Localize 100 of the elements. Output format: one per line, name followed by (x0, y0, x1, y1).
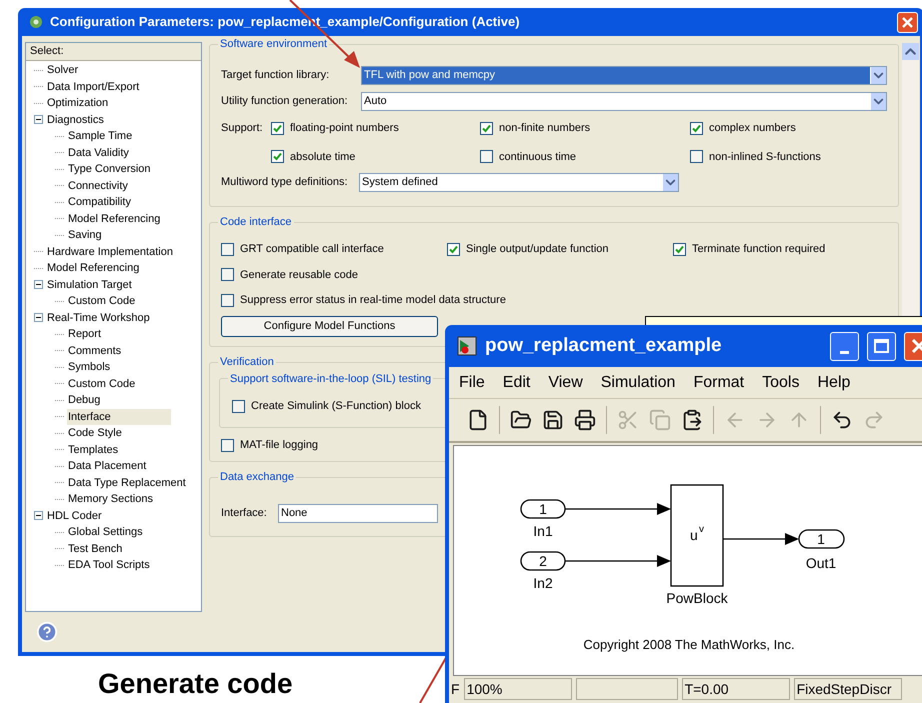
tree-item[interactable]: Comments (67, 342, 122, 359)
tree-item[interactable]: Simulation Target (46, 276, 133, 293)
tree-item[interactable]: EDA Tool Scripts (67, 557, 151, 574)
menu-item[interactable]: Format (693, 370, 744, 394)
tree-item[interactable]: Custom Code (67, 376, 136, 392)
checkbox[interactable] (690, 150, 703, 164)
checkbox[interactable] (221, 294, 234, 307)
dropdown[interactable]: Auto (361, 92, 887, 111)
tree-item[interactable]: Compatibility (67, 194, 132, 210)
dropdown[interactable]: System defined (359, 173, 679, 192)
block-label: In1 (533, 523, 553, 539)
status-cell: T=0.00 (682, 678, 790, 700)
collapse-icon[interactable] (34, 280, 43, 290)
tree-item[interactable]: Solver (46, 62, 80, 78)
checkbox-label: Create Simulink (S-Function) block (251, 399, 421, 414)
field-label: Multiword type definitions: (221, 175, 349, 190)
block-label: Out1 (806, 555, 836, 571)
tree-item[interactable]: Optimization (46, 95, 110, 112)
checkbox[interactable] (232, 400, 245, 413)
printer-icon[interactable] (574, 409, 596, 431)
checkbox-label: Single output/update function (466, 242, 609, 257)
checkbox-label: Suppress error status in real-time model data structure (240, 293, 506, 308)
tree-item[interactable]: Connectivity (67, 178, 129, 194)
tree-item[interactable]: Data Validity (67, 144, 130, 161)
annotation-line (419, 656, 448, 703)
group-title: Data exchange (218, 470, 296, 484)
tree-item[interactable]: Symbols (67, 359, 112, 376)
checkbox-label: absolute time (290, 150, 356, 164)
collapse-icon[interactable] (34, 313, 43, 322)
checkbox[interactable] (480, 150, 493, 164)
tree-item[interactable]: Model Referencing (67, 210, 162, 227)
checkbox[interactable] (480, 122, 493, 135)
tree-item[interactable]: Data Placement (67, 458, 148, 474)
collapse-icon[interactable] (34, 115, 43, 124)
tree-item[interactable]: Code Style (67, 425, 123, 442)
checkbox[interactable] (271, 122, 284, 135)
annotation-caption: Generate code (98, 668, 293, 700)
new-file-icon[interactable] (467, 409, 489, 431)
checkbox-label: complex numbers (709, 121, 796, 136)
help-icon[interactable] (36, 621, 58, 643)
block-label: In2 (533, 575, 553, 591)
checkbox[interactable] (221, 242, 234, 256)
checkbox-label: Generate reusable code (240, 268, 358, 282)
dropdown[interactable]: TFL with pow and memcpy (361, 66, 887, 85)
tree-item[interactable]: Report (67, 326, 102, 342)
save-icon[interactable] (542, 409, 564, 431)
tree-item[interactable]: Diagnostics (46, 112, 105, 128)
checkbox[interactable] (690, 122, 703, 135)
checkbox[interactable] (673, 242, 686, 256)
tree-item[interactable]: Sample Time (67, 128, 134, 144)
field-label: Utility function generation: (221, 94, 349, 110)
tree-item[interactable]: HDL Coder (46, 508, 103, 524)
collapse-icon[interactable] (34, 511, 43, 520)
checkbox[interactable] (271, 150, 284, 164)
tree-item[interactable]: Global Settings (67, 524, 144, 540)
checkbox[interactable] (221, 268, 234, 282)
paste-icon[interactable] (681, 409, 703, 431)
tree-item[interactable]: Hardware Implementation (46, 244, 174, 260)
field-label: Interface: (221, 506, 268, 522)
tree-item[interactable]: Custom Code (67, 293, 136, 310)
copyright-text: Copyright 2008 The MathWorks, Inc. (583, 637, 795, 652)
menu-item[interactable]: Help (817, 370, 850, 394)
menu-item[interactable]: View (548, 370, 583, 394)
scroll-up-icon[interactable] (902, 43, 919, 60)
tree-item[interactable]: Saving (67, 227, 103, 244)
tree-item[interactable]: Data Import/Export (46, 78, 140, 95)
checkbox-label: Terminate function required (692, 242, 826, 257)
minimize-button[interactable] (830, 332, 859, 360)
checkbox-label: continuous time (499, 150, 576, 164)
checkbox-label: GRT compatible call interface (240, 242, 384, 257)
group-title: Support software-in-the-loop (SIL) testing (228, 371, 434, 388)
close-button[interactable] (897, 12, 918, 32)
configure-button[interactable]: Configure Model Functions (221, 316, 438, 336)
tree-item[interactable]: Interface (67, 408, 171, 425)
close-icon (912, 339, 922, 353)
tree-item[interactable]: Real-Time Workshop (46, 310, 151, 326)
maximize-button[interactable] (867, 332, 896, 360)
tree-item[interactable]: Templates (67, 442, 120, 458)
tree-item[interactable]: Debug (67, 392, 102, 408)
tree-item[interactable]: Test Bench (67, 540, 124, 557)
field-label: Target function library: (221, 68, 330, 84)
menu-item[interactable]: Simulation (600, 370, 676, 394)
tree-item[interactable]: Type Conversion (67, 161, 152, 178)
block-label: PowBlock (666, 590, 728, 606)
menu-item[interactable]: Edit (502, 370, 530, 394)
undo-icon[interactable] (831, 409, 853, 431)
checkbox[interactable] (447, 242, 460, 256)
checkbox-label: non-finite numbers (499, 121, 590, 136)
checkbox-label: non-inlined S-functions (709, 150, 821, 164)
open-folder-icon[interactable] (510, 409, 532, 431)
checkbox[interactable] (221, 438, 234, 452)
inport-block: 2 (520, 551, 566, 571)
text-field[interactable]: None (278, 504, 438, 523)
tree-item[interactable]: Data Type Replacement (67, 474, 187, 491)
menu-item[interactable]: Tools (762, 370, 800, 394)
tree-item[interactable]: Memory Sections (67, 491, 154, 508)
menu-item[interactable]: File (459, 370, 485, 394)
tree-item[interactable]: Model Referencing (46, 260, 140, 276)
window-title: pow_replacment_example (485, 334, 722, 358)
status-cell: 100% (464, 678, 572, 700)
